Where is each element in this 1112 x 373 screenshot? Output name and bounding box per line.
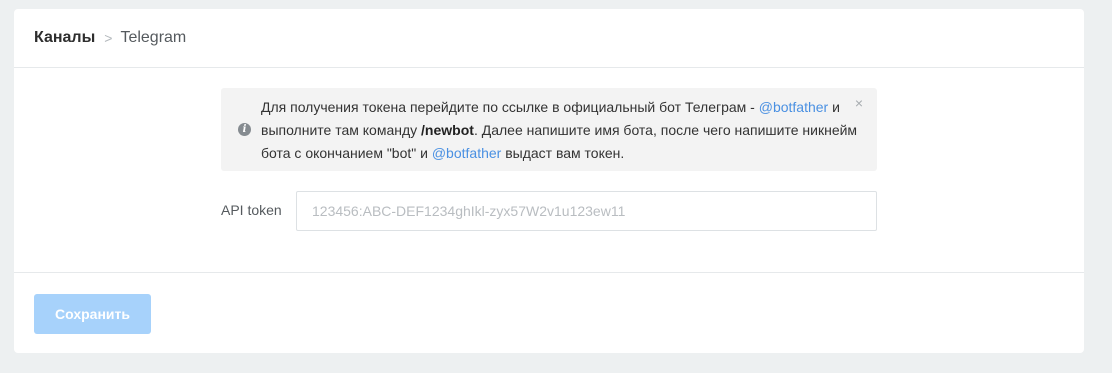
close-icon[interactable]: × xyxy=(855,96,863,110)
channel-settings-card: Каналы > Telegram i Для получения токена… xyxy=(14,9,1084,353)
botfather-link[interactable]: @botfather xyxy=(759,99,828,115)
footer-divider xyxy=(14,272,1084,273)
alert-text-1: Для получения токена перейдите по ссылке… xyxy=(261,99,759,115)
newbot-command: /newbot xyxy=(421,122,474,138)
save-button[interactable]: Сохранить xyxy=(34,294,151,334)
breadcrumb-channels-link[interactable]: Каналы xyxy=(34,29,95,47)
info-icon: i xyxy=(238,123,251,136)
alert-text-4: выдаст вам токен. xyxy=(501,145,625,161)
breadcrumb-current: Telegram xyxy=(120,29,187,46)
api-token-label: API token xyxy=(221,202,282,218)
botfather-link-2[interactable]: @botfather xyxy=(432,145,501,161)
breadcrumb: Каналы > Telegram xyxy=(14,9,1084,68)
alert-message: Для получения токена перейдите по ссылке… xyxy=(261,96,861,165)
api-token-input[interactable] xyxy=(296,191,877,231)
chevron-right-icon: > xyxy=(104,30,113,46)
info-alert: i Для получения токена перейдите по ссыл… xyxy=(221,88,877,171)
